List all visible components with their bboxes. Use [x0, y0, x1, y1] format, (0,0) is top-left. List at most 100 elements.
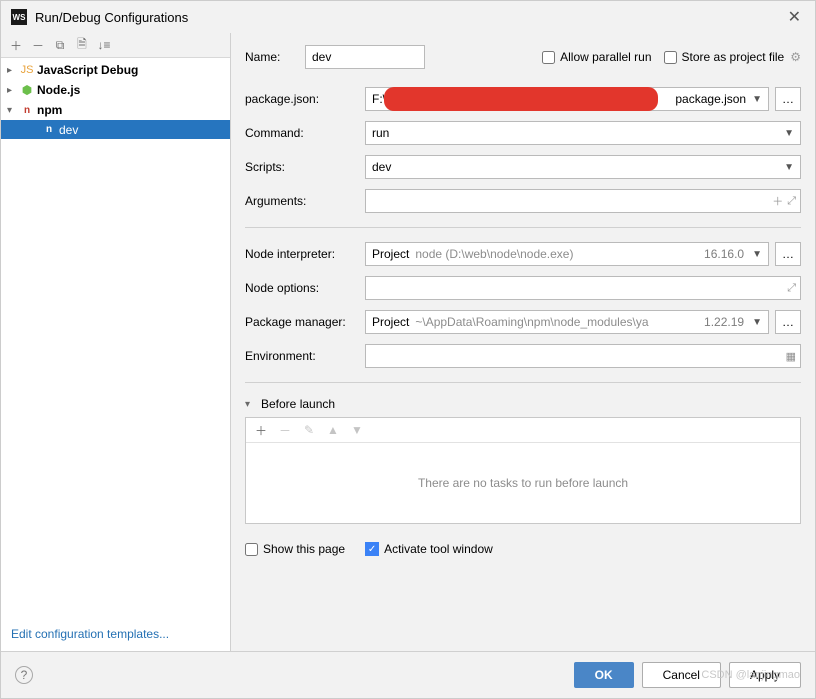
package-json-select[interactable]: F:\package.json ▼ [365, 87, 769, 111]
show-this-page-input[interactable] [245, 543, 258, 556]
tree-label: npm [37, 103, 62, 117]
before-launch-label: Before launch [261, 397, 335, 411]
before-launch-section: ▾ Before launch ＋ － ✎ ▲ ▼ There are no t… [245, 397, 801, 524]
pkg-mgr-label: Package manager: [245, 315, 365, 329]
add-icon[interactable]: ＋ [254, 423, 268, 437]
tree-label: JavaScript Debug [37, 63, 138, 77]
apply-button[interactable]: Apply [729, 662, 801, 688]
copy-icon[interactable]: ⧉ [53, 38, 67, 52]
allow-parallel-input[interactable] [542, 51, 555, 64]
down-icon: ▼ [350, 423, 364, 437]
chevron-right-icon: ▸ [7, 65, 19, 76]
checkbox-checked-icon[interactable]: ✓ [365, 542, 379, 556]
chevron-down-icon: ▼ [784, 128, 794, 139]
command-row: Command: run ▼ [245, 121, 801, 145]
browse-package-button[interactable]: … [775, 87, 801, 111]
node-options-label: Node options: [245, 281, 365, 295]
show-this-page-checkbox[interactable]: Show this page [245, 542, 345, 556]
bottom-checkboxes: Show this page ✓ Activate tool window [245, 542, 801, 556]
show-this-page-label: Show this page [263, 542, 345, 556]
env-input[interactable]: ▦ [365, 344, 801, 368]
chevron-down-icon: ▼ [752, 317, 762, 328]
save-template-icon[interactable]: 🗎 [75, 38, 89, 52]
chevron-down-icon: ▾ [245, 399, 257, 410]
before-launch-empty: There are no tasks to run before launch [246, 443, 800, 523]
form-area: Name: Allow parallel run Store as projec… [231, 33, 815, 651]
activate-tool-window-label: Activate tool window [384, 542, 493, 556]
footer-bar: ? OK Cancel CSDN @lanjingmao Apply [1, 651, 815, 698]
chevron-down-icon: ▼ [752, 94, 762, 105]
npm-icon: n [41, 124, 57, 135]
command-label: Command: [245, 126, 365, 140]
name-input[interactable] [305, 45, 425, 69]
command-select[interactable]: run ▼ [365, 121, 801, 145]
activate-tool-window-checkbox[interactable]: ✓ Activate tool window [365, 542, 493, 556]
expand-icon[interactable]: ⤢ [787, 195, 796, 208]
environment-row: Environment: ▦ [245, 344, 801, 368]
tree-child-label: dev [59, 123, 78, 137]
arguments-input[interactable]: ＋ ⤢ [365, 189, 801, 213]
list-icon[interactable]: ▦ [786, 350, 796, 363]
cancel-button[interactable]: Cancel CSDN @lanjingmao [642, 662, 721, 688]
javascript-icon: JS [19, 64, 35, 76]
package-manager-row: Package manager: Project ~\AppData\Roami… [245, 310, 801, 334]
scripts-select[interactable]: dev ▼ [365, 155, 801, 179]
name-label: Name: [245, 50, 305, 64]
add-icon[interactable]: ＋ [9, 38, 23, 52]
before-launch-header[interactable]: ▾ Before launch [245, 397, 801, 411]
scripts-row: Scripts: dev ▼ [245, 155, 801, 179]
npm-icon: n [19, 105, 35, 116]
arguments-label: Arguments: [245, 194, 365, 208]
store-project-input[interactable] [664, 51, 677, 64]
config-tree[interactable]: ▸ JS JavaScript Debug ▸ ⬢ Node.js ▾ n np… [1, 58, 230, 617]
title-bar: WS Run/Debug Configurations ✕ [1, 1, 815, 33]
chevron-right-icon: ▸ [7, 85, 19, 96]
tree-item-npm[interactable]: ▾ n npm [1, 100, 230, 120]
help-icon[interactable]: ? [15, 666, 33, 684]
nodejs-icon: ⬢ [19, 83, 35, 97]
node-interpreter-row: Node interpreter: Project node (D:\web\n… [245, 242, 801, 266]
webstorm-logo-icon: WS [11, 9, 27, 25]
divider [245, 227, 801, 228]
edit-icon: ✎ [302, 423, 316, 437]
tree-item-nodejs[interactable]: ▸ ⬢ Node.js [1, 80, 230, 100]
right-pane: Name: Allow parallel run Store as projec… [231, 33, 815, 651]
browse-pkg-mgr-button[interactable]: … [775, 310, 801, 334]
remove-icon: － [278, 423, 292, 437]
chevron-down-icon: ▼ [784, 162, 794, 173]
allow-parallel-label: Allow parallel run [560, 50, 651, 64]
ok-button[interactable]: OK [574, 662, 634, 688]
gear-icon[interactable]: ⚙ [790, 50, 801, 64]
env-label: Environment: [245, 349, 365, 363]
pkg-mgr-select[interactable]: Project ~\AppData\Roaming\npm\node_modul… [365, 310, 769, 334]
browse-node-button[interactable]: … [775, 242, 801, 266]
store-project-checkbox[interactable]: Store as project file [664, 50, 785, 64]
footer-buttons: OK Cancel CSDN @lanjingmao Apply [574, 662, 801, 688]
divider [245, 382, 801, 383]
main-split: ＋ － ⧉ 🗎 ↓≡ ▸ JS JavaScript Debug ▸ ⬢ Nod… [1, 33, 815, 651]
edit-templates-link[interactable]: Edit configuration templates... [11, 627, 169, 641]
package-json-label: package.json: [245, 92, 365, 106]
scripts-label: Scripts: [245, 160, 365, 174]
package-json-row: package.json: F:\package.json ▼ … [245, 87, 801, 111]
tree-label: Node.js [37, 83, 80, 97]
store-project-label: Store as project file [682, 50, 785, 64]
tree-child-dev[interactable]: n dev [1, 120, 230, 139]
name-row: Name: Allow parallel run Store as projec… [245, 45, 801, 69]
chevron-down-icon: ▾ [7, 105, 19, 116]
close-icon[interactable]: ✕ [784, 7, 805, 27]
node-interp-select[interactable]: Project node (D:\web\node\node.exe) 16.1… [365, 242, 769, 266]
allow-parallel-checkbox[interactable]: Allow parallel run [542, 50, 651, 64]
window-title: Run/Debug Configurations [35, 10, 784, 25]
insert-macro-icon[interactable]: ＋ [772, 193, 783, 209]
up-icon: ▲ [326, 423, 340, 437]
config-toolbar: ＋ － ⧉ 🗎 ↓≡ [1, 33, 230, 58]
expand-icon[interactable]: ⤢ [787, 282, 796, 295]
bl-toolbar: ＋ － ✎ ▲ ▼ [246, 418, 800, 443]
node-options-input[interactable]: ⤢ [365, 276, 801, 300]
node-options-row: Node options: ⤢ [245, 276, 801, 300]
tree-item-js-debug[interactable]: ▸ JS JavaScript Debug [1, 60, 230, 80]
sort-icon[interactable]: ↓≡ [97, 38, 111, 52]
remove-icon[interactable]: － [31, 38, 45, 52]
before-launch-box: ＋ － ✎ ▲ ▼ There are no tasks to run befo… [245, 417, 801, 524]
